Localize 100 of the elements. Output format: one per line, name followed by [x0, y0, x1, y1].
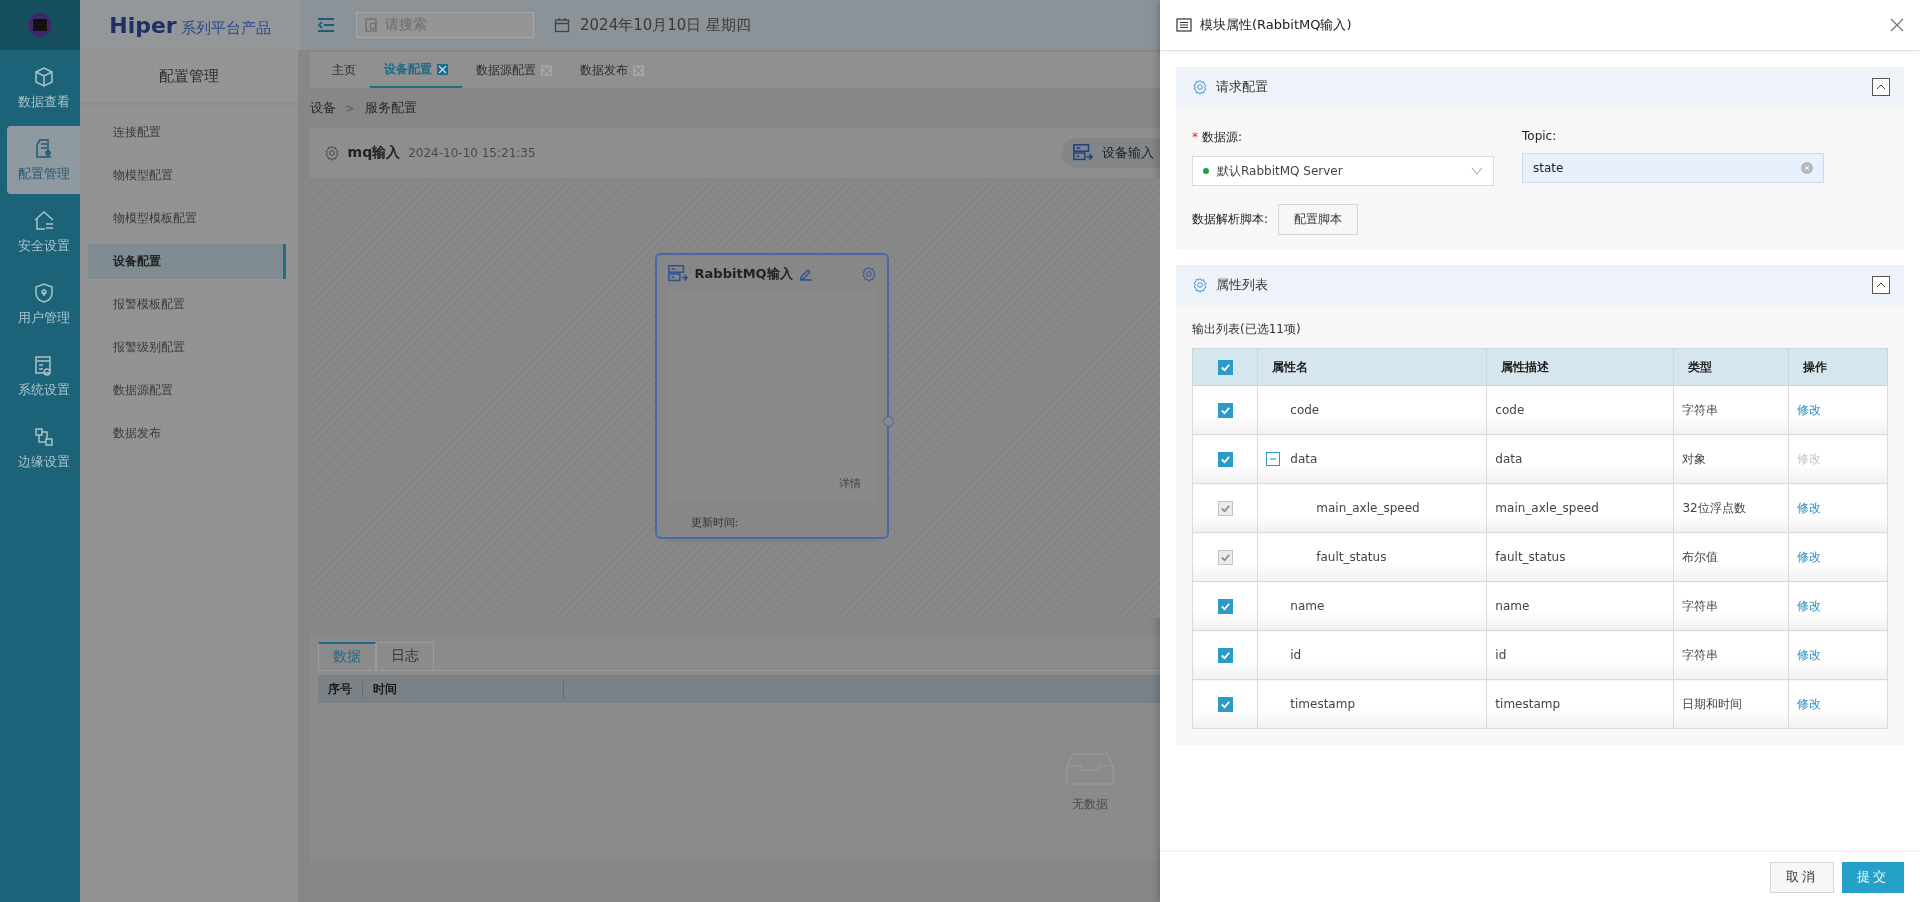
- nav-item[interactable]: 用户管理: [7, 270, 80, 338]
- check-icon: [1219, 502, 1231, 514]
- topic-field[interactable]: state: [1522, 153, 1824, 183]
- submit-button[interactable]: 提交: [1842, 861, 1904, 893]
- calendar-icon: [554, 17, 570, 33]
- drawer-title: 模块属性(RabbitMQ输入): [1200, 16, 1353, 34]
- attribute-name: name: [1290, 599, 1325, 613]
- attribute-type: 字符串: [1682, 402, 1719, 417]
- column-header: 属性描述: [1501, 359, 1550, 374]
- checkbox[interactable]: [1217, 598, 1233, 614]
- attribute-name: id: [1290, 648, 1302, 662]
- search-icon: [365, 18, 379, 32]
- tab[interactable]: 主页: [317, 52, 370, 88]
- datasource-select[interactable]: 默认RabbitMQ Server: [1192, 156, 1494, 186]
- tab[interactable]: 数据发布: [565, 52, 658, 88]
- attribute-description: fault_status: [1495, 550, 1566, 564]
- sidebar-item[interactable]: 物模型模板配置: [88, 201, 286, 236]
- collapse-button[interactable]: [1872, 276, 1890, 294]
- collapse-toggle[interactable]: [1266, 452, 1281, 466]
- empty-message: 无数据: [1072, 796, 1108, 813]
- minus-icon: [1269, 455, 1278, 463]
- menu-icon[interactable]: [316, 17, 336, 33]
- field-label: Topic:: [1522, 129, 1558, 143]
- attribute-type: 布尔值: [1682, 549, 1719, 564]
- brand-name: Hiper: [109, 12, 177, 38]
- sidebar-item[interactable]: 报警模板配置: [88, 287, 286, 322]
- collapse-button[interactable]: [1872, 78, 1890, 96]
- gear-icon: [1192, 277, 1208, 293]
- attribute-description: id: [1495, 648, 1507, 662]
- selection-summary: 输出列表(已选11项): [1192, 321, 1302, 338]
- checkbox[interactable]: [1217, 647, 1233, 663]
- sidebar-item[interactable]: 数据源配置: [88, 373, 286, 408]
- attribute-type: 32位浮点数: [1682, 500, 1746, 515]
- chevron-icon: [1876, 282, 1886, 288]
- gear-icon: [1192, 79, 1208, 95]
- current-date: 2024年10月10日 星期四: [580, 15, 752, 35]
- attribute-name: fault_status: [1316, 550, 1387, 564]
- attribute-type: 日期和时间: [1682, 696, 1743, 711]
- flow-timestamp: 2024-10-10 15:21:35: [408, 146, 536, 160]
- sidebar-item[interactable]: 数据发布: [88, 416, 286, 451]
- checkbox[interactable]: [1217, 696, 1233, 712]
- edit-link[interactable]: 修改: [1797, 402, 1822, 417]
- checkbox[interactable]: [1217, 402, 1233, 418]
- flow-title: mq输入: [347, 144, 401, 162]
- update-time-label: 更新时间:: [666, 501, 877, 541]
- edit-link[interactable]: 修改: [1797, 598, 1822, 613]
- tab[interactable]: 数据源配置: [461, 52, 566, 88]
- attribute-type: 字符串: [1682, 598, 1719, 613]
- sidebar-item[interactable]: 报警级别配置: [88, 330, 286, 365]
- nav-item[interactable]: 边缘设置: [7, 414, 80, 482]
- column-header: 类型: [1688, 359, 1713, 374]
- attribute-type: 字符串: [1682, 647, 1719, 662]
- clear-icon[interactable]: [1801, 162, 1813, 174]
- section-title: 属性列表: [1216, 276, 1269, 294]
- nav-item[interactable]: 数据查看: [7, 54, 80, 122]
- attribute-description: code: [1495, 403, 1525, 417]
- node-title: RabbitMQ输入: [694, 265, 793, 283]
- field-label: 数据解析脚本:: [1192, 211, 1269, 228]
- check-icon: [1219, 453, 1231, 465]
- attribute-name: data: [1290, 452, 1318, 466]
- cancel-button[interactable]: 取消: [1770, 861, 1834, 893]
- checkbox[interactable]: [1217, 451, 1233, 467]
- close-icon[interactable]: [1890, 18, 1904, 32]
- configure-script-button[interactable]: 配置脚本: [1278, 204, 1359, 235]
- attribute-description: main_axle_speed: [1495, 501, 1599, 515]
- breadcrumb-separator: >: [345, 101, 355, 115]
- field-label: * 数据源:: [1192, 129, 1244, 146]
- check-icon: [1219, 361, 1231, 373]
- edit-link[interactable]: 修改: [1797, 696, 1822, 711]
- check-icon: [1219, 551, 1231, 563]
- nav-item[interactable]: 安全设置: [7, 198, 80, 266]
- column-header: 序号: [317, 680, 363, 698]
- attribute-name: timestamp: [1290, 697, 1355, 711]
- checkbox[interactable]: [1217, 359, 1233, 375]
- nav-item[interactable]: 配置管理: [7, 126, 80, 194]
- sidebar-item[interactable]: 设备配置: [88, 244, 286, 279]
- column-header: 时间: [362, 680, 564, 698]
- nav-item[interactable]: 系统设置: [7, 342, 80, 410]
- attribute-name: main_axle_speed: [1316, 501, 1420, 515]
- edit-link[interactable]: 修改: [1797, 647, 1822, 662]
- sidebar-item[interactable]: 连接配置: [88, 115, 286, 150]
- check-icon: [1219, 600, 1231, 612]
- list-icon: [1176, 18, 1192, 32]
- attribute-description: timestamp: [1495, 697, 1561, 711]
- device-input-button[interactable]: 设备输入: [1062, 138, 1160, 168]
- attribute-description: name: [1495, 599, 1530, 613]
- check-icon: [1219, 698, 1231, 710]
- check-icon: [1219, 404, 1231, 416]
- edit-icon[interactable]: [798, 267, 813, 281]
- chevron-icon: [1876, 84, 1886, 90]
- app-logo: [28, 13, 52, 37]
- gear-icon: [860, 266, 877, 282]
- brand-tagline: 系列平台产品: [180, 18, 271, 38]
- attribute-description: data: [1495, 452, 1523, 466]
- column-header: 操作: [1803, 359, 1828, 374]
- sidebar-item[interactable]: 物模型配置: [88, 158, 286, 193]
- breadcrumb-item[interactable]: 设备: [309, 99, 336, 117]
- connection-port[interactable]: [882, 416, 894, 427]
- panel-tab[interactable]: 日志: [375, 642, 434, 670]
- breadcrumb-item[interactable]: 服务配置: [364, 99, 417, 117]
